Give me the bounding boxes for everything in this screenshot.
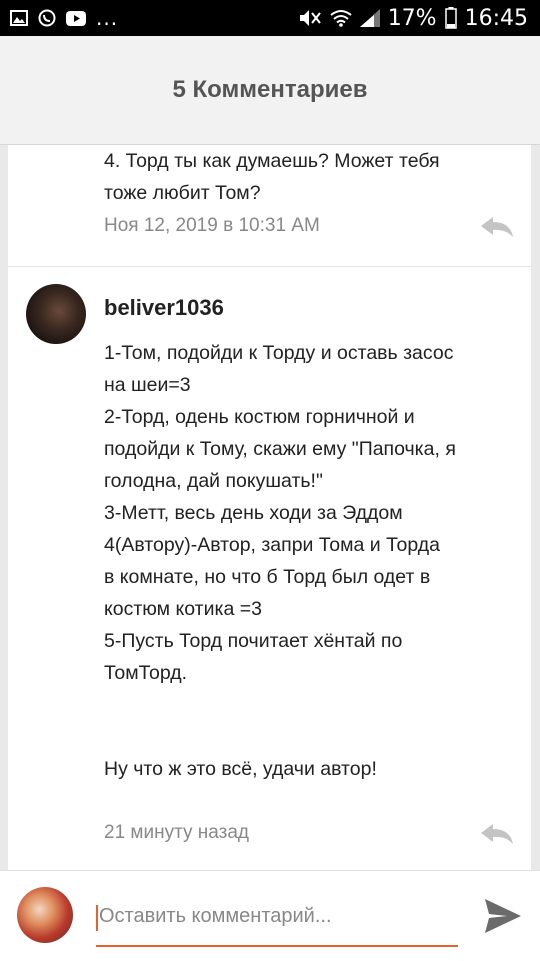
- wifi-icon: [330, 10, 352, 27]
- text-cursor: [96, 905, 98, 931]
- battery-icon: [444, 7, 457, 29]
- mute-icon: [299, 10, 321, 26]
- gallery-icon: [10, 10, 28, 26]
- comment-input-placeholder: Оставить комментарий...: [99, 905, 332, 927]
- more-notifications: ...: [96, 6, 119, 30]
- youtube-icon: [66, 10, 86, 26]
- comment-author[interactable]: beliver1036: [104, 295, 224, 321]
- send-icon[interactable]: [483, 896, 523, 936]
- comment-date: Ноя 12, 2019 в 10:31 AM: [104, 215, 320, 236]
- signal-icon: [359, 9, 380, 27]
- page-title: 5 Комментариев: [172, 76, 368, 103]
- comment-text: 4. Торд ты как думаешь? Может тебя тоже …: [104, 150, 440, 204]
- comment-list[interactable]: 4. Торд ты как думаешь? Может тебя тоже …: [8, 145, 531, 870]
- comment-input[interactable]: Оставить комментарий...: [96, 897, 458, 947]
- whatsapp-icon: [38, 9, 56, 27]
- reply-icon[interactable]: [480, 823, 514, 845]
- comment-text: 1-Том, подойди к Торду и оставь засос на…: [104, 342, 456, 780]
- status-bar: ... 17% 16:45: [0, 0, 540, 36]
- comment-item: beliver1036 1-Том, подойди к Торду и ост…: [8, 267, 531, 870]
- comment-composer: Оставить комментарий...: [0, 870, 540, 961]
- avatar: [17, 887, 73, 943]
- avatar[interactable]: [26, 284, 86, 344]
- comment-date: 21 минуту назад: [104, 822, 249, 843]
- clock: 16:45: [464, 5, 528, 31]
- battery-percent: 17%: [387, 5, 437, 31]
- comment-item: 4. Торд ты как думаешь? Может тебя тоже …: [8, 145, 531, 267]
- comments-header: 5 Комментариев: [0, 36, 540, 145]
- reply-icon[interactable]: [480, 216, 514, 238]
